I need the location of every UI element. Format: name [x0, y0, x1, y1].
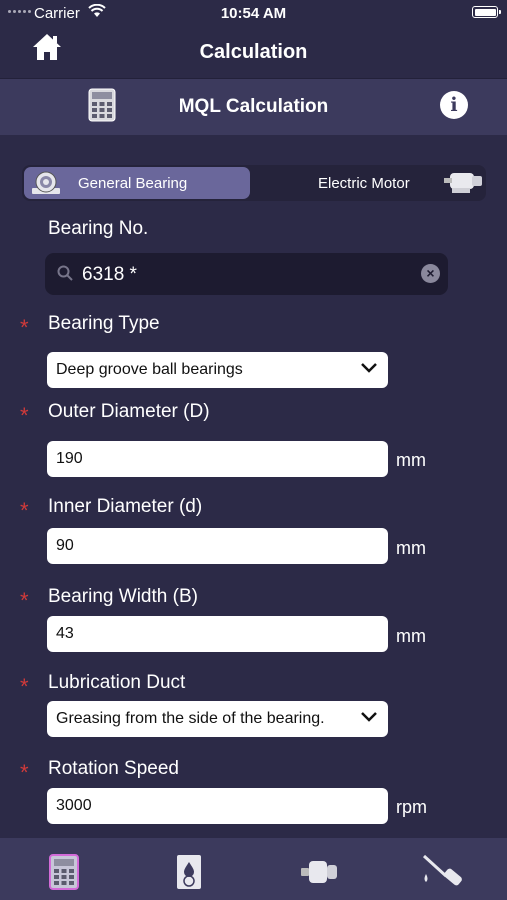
- nav-bar: Calculation: [0, 26, 507, 78]
- rotation-speed-unit: rpm: [396, 797, 427, 817]
- grease-gun-tab-icon[interactable]: [420, 852, 466, 892]
- status-bar: Carrier 10:54 AM: [0, 0, 507, 26]
- required-mark: *: [20, 674, 29, 699]
- inner-diameter-unit: mm: [396, 538, 426, 558]
- rotation-speed-input[interactable]: 3000: [47, 788, 388, 824]
- lubrication-duct-select[interactable]: Greasing from the side of the bearing.: [47, 701, 388, 737]
- bearing-type-select[interactable]: Deep groove ball bearings: [47, 352, 388, 388]
- rotation-speed-label: Rotation Speed: [48, 758, 179, 779]
- bearing-no-label: Bearing No.: [48, 218, 149, 239]
- required-mark: *: [20, 588, 29, 613]
- bearing-no-value[interactable]: 6318 *: [82, 264, 137, 286]
- tab-general-bearing-label: General Bearing: [78, 175, 188, 192]
- battery-icon: [472, 6, 501, 18]
- bearing-width-input[interactable]: 43: [47, 616, 388, 652]
- tab-general-bearing[interactable]: General Bearing: [24, 167, 250, 199]
- status-time: 10:54 AM: [220, 5, 287, 22]
- inner-diameter-input[interactable]: 90: [47, 528, 388, 564]
- tab-electric-motor[interactable]: Electric Motor: [318, 175, 410, 192]
- calculator-tab-icon[interactable]: [49, 854, 79, 890]
- lubricant-tab-icon[interactable]: [176, 854, 202, 890]
- search-icon: [57, 265, 73, 281]
- bearing-width-label: Bearing Width (B): [48, 586, 198, 607]
- bearing-no-search[interactable]: 6318 * ×: [45, 253, 448, 295]
- inner-diameter-label: Inner Diameter (d): [48, 496, 203, 517]
- chevron-down-icon: [361, 712, 377, 722]
- required-mark: *: [20, 760, 29, 785]
- outer-diameter-label: Outer Diameter (D): [48, 401, 210, 422]
- chevron-down-icon: [361, 363, 377, 373]
- section-title: MQL Calculation: [178, 96, 329, 117]
- motor-tab-icon[interactable]: [299, 858, 339, 886]
- bearing-type-label: Bearing Type: [48, 313, 160, 334]
- outer-diameter-unit: mm: [396, 450, 426, 470]
- required-mark: *: [20, 315, 29, 340]
- bearing-type-value: Deep groove ball bearings: [56, 361, 243, 378]
- page-title: Calculation: [199, 41, 308, 63]
- tab-bar: [0, 838, 507, 900]
- required-mark: *: [20, 498, 29, 523]
- clear-icon[interactable]: ×: [421, 264, 440, 283]
- bearing-width-unit: mm: [396, 626, 426, 646]
- lubrication-duct-value: Greasing from the side of the bearing.: [56, 710, 325, 727]
- electric-motor-icon: [444, 173, 482, 193]
- bearing-type-segment: General Bearing Electric Motor: [22, 165, 486, 201]
- bearing-icon: [32, 171, 60, 194]
- lubrication-duct-label: Lubrication Duct: [48, 672, 186, 693]
- outer-diameter-input[interactable]: 190: [47, 441, 388, 477]
- section-header: MQL Calculation i: [0, 78, 507, 135]
- required-mark: *: [20, 403, 29, 428]
- info-icon[interactable]: i: [440, 91, 468, 119]
